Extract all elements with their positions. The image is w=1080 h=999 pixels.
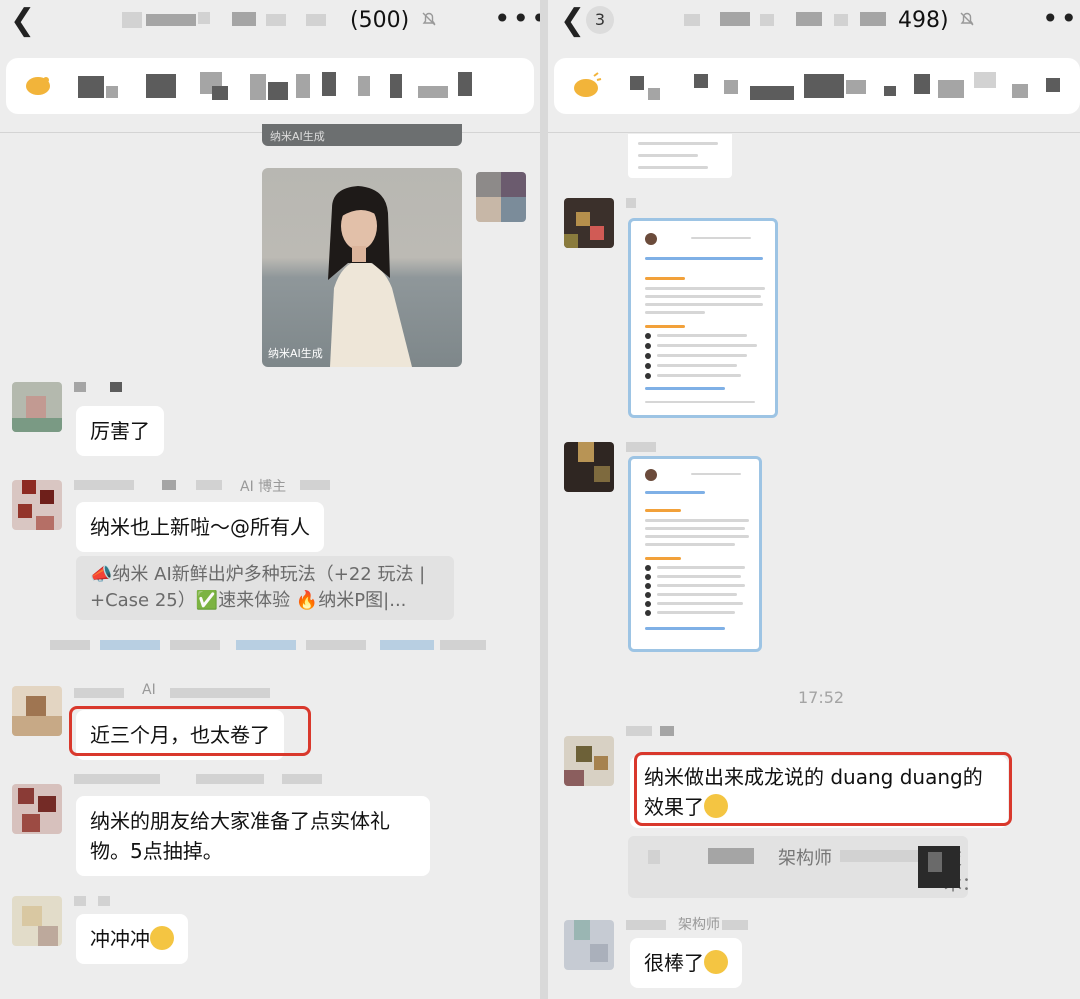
unread-count-badge[interactable]: 3: [586, 6, 614, 34]
mute-bell-icon: [960, 12, 974, 26]
message-bubble[interactable]: 纳米也上新啦～@所有人: [76, 502, 324, 552]
avatar[interactable]: [476, 172, 526, 222]
emoji-pleading-icon: [150, 926, 174, 950]
avatar[interactable]: [12, 896, 62, 946]
more-dots-icon[interactable]: •••: [494, 2, 540, 35]
quoted-thumbnail[interactable]: [918, 846, 960, 888]
back-chevron-icon[interactable]: ❮: [10, 6, 35, 36]
more-dots-icon[interactable]: •••: [1042, 2, 1080, 35]
quoted-message[interactable]: 架构师 技术：: [628, 836, 980, 898]
right-chat-screen: ❮ 3 498) •••: [548, 0, 1080, 999]
message-bubble[interactable]: 厉害了: [76, 406, 164, 456]
blurred-title: [266, 14, 286, 26]
announcement-icon: [26, 77, 50, 95]
sender-name: AI: [142, 682, 156, 698]
avatar[interactable]: [564, 442, 614, 492]
sender-name: AI 博主: [240, 479, 287, 495]
blurred-title: [122, 12, 142, 28]
document-card[interactable]: [628, 456, 762, 652]
announcement-icon: [574, 72, 602, 97]
avatar[interactable]: [12, 382, 62, 432]
avatar[interactable]: [564, 198, 614, 248]
chat-header: ❮ (500) •••: [0, 0, 540, 48]
message-bubble[interactable]: 纳米的朋友给大家准备了点实体礼物。5点抽掉。: [76, 796, 430, 876]
mute-bell-icon: [422, 12, 436, 26]
avatar[interactable]: [12, 686, 62, 736]
ai-portrait-image[interactable]: 纳米AI生成: [262, 168, 462, 367]
left-chat-screen: ❮ (500) ••• 纳米AI生成: [0, 0, 540, 999]
chat-title: 498): [898, 8, 949, 33]
chat-header: ❮ 3 498) •••: [548, 0, 1080, 48]
blurred-title: [306, 14, 326, 26]
highlight-box: [634, 752, 1012, 826]
emoji-thumbs-up-icon: [704, 950, 728, 974]
sender-name: 架构师: [678, 917, 720, 933]
blurred-title: [146, 14, 196, 26]
avatar[interactable]: [12, 480, 62, 530]
document-card-partial[interactable]: [628, 134, 732, 178]
timestamp: 17:52: [798, 688, 845, 707]
blurred-title: [198, 12, 210, 24]
blurred-title: [232, 12, 256, 26]
avatar[interactable]: [12, 784, 62, 834]
message-bubble[interactable]: 很棒了: [630, 938, 742, 988]
avatar[interactable]: [564, 736, 614, 786]
highlight-box: [69, 706, 311, 756]
group-announcement-bar[interactable]: [6, 58, 534, 114]
avatar[interactable]: [564, 920, 614, 970]
group-announcement-bar[interactable]: [554, 58, 1080, 114]
document-card[interactable]: [628, 218, 778, 418]
message-bubble[interactable]: 冲冲冲: [76, 914, 188, 964]
chat-title: (500): [350, 8, 410, 33]
back-chevron-icon[interactable]: ❮: [560, 6, 585, 36]
portrait-figure: [328, 186, 412, 367]
quoted-message[interactable]: 📣纳米 AI新鲜出炉多种玩法（+22 玩法 | +Case 25）✅速来体验 🔥…: [76, 556, 454, 620]
previous-image-bottom[interactable]: 纳米AI生成: [262, 124, 462, 146]
